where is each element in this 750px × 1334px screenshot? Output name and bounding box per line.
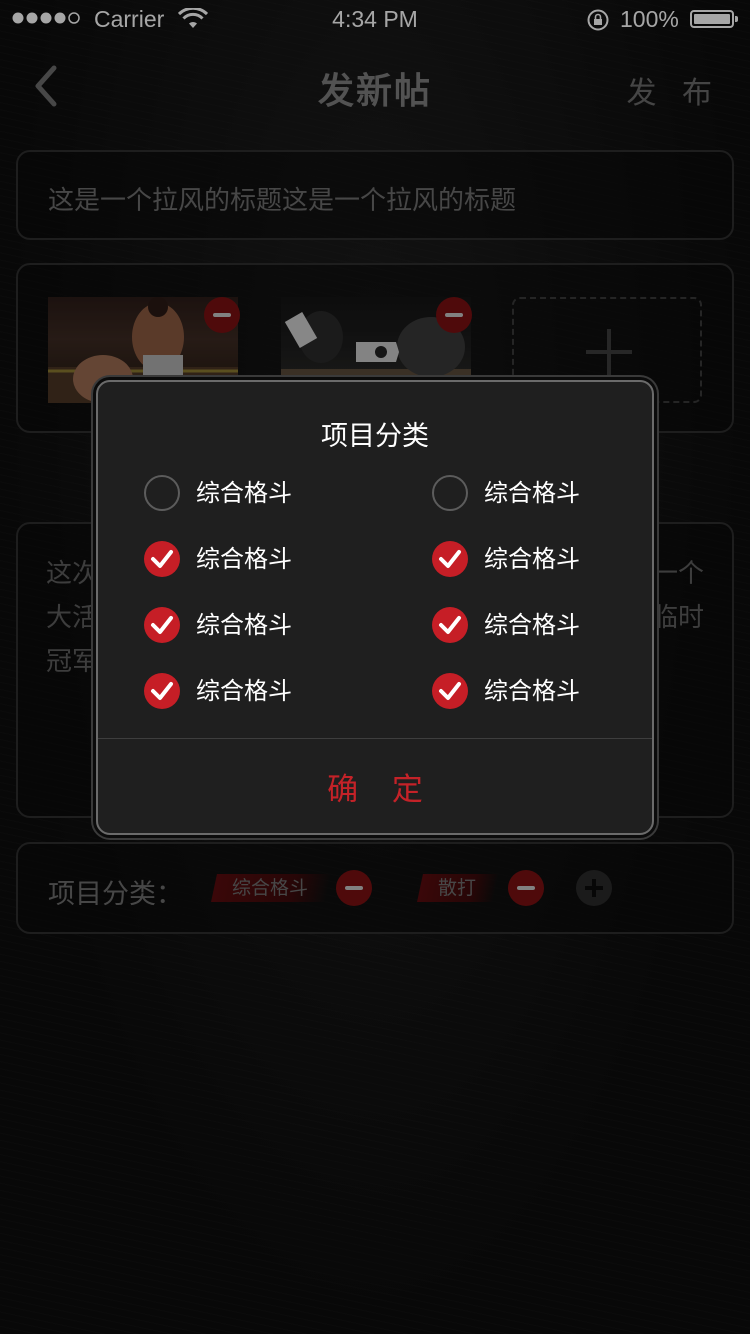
checked-icon[interactable] <box>144 673 180 709</box>
category-option-label: 综合格斗 <box>484 611 580 639</box>
category-option-label: 综合格斗 <box>484 677 580 705</box>
dialog-title: 项目分类 <box>321 421 429 452</box>
category-option-label: 综合格斗 <box>196 545 292 573</box>
checked-icon[interactable] <box>144 541 180 577</box>
category-option-label: 综合格斗 <box>196 677 292 705</box>
unchecked-circle-icon[interactable] <box>432 475 468 511</box>
checked-icon[interactable] <box>432 673 468 709</box>
category-option-label: 综合格斗 <box>196 611 292 639</box>
category-option-label: 综合格斗 <box>484 545 580 573</box>
unchecked-circle-icon[interactable] <box>144 475 180 511</box>
checked-icon[interactable] <box>432 541 468 577</box>
category-option-label: 综合格斗 <box>196 479 292 507</box>
category-dialog: 项目分类 综合格斗 综合格斗 综合格斗 综合格斗 综合格斗 综合格斗 综合格斗 综合格斗 确 … <box>96 380 654 835</box>
confirm-button[interactable]: 确 定 <box>98 764 652 809</box>
category-option-label: 综合格斗 <box>484 479 580 507</box>
checked-icon[interactable] <box>144 607 180 643</box>
divider <box>98 738 652 739</box>
checked-icon[interactable] <box>432 607 468 643</box>
